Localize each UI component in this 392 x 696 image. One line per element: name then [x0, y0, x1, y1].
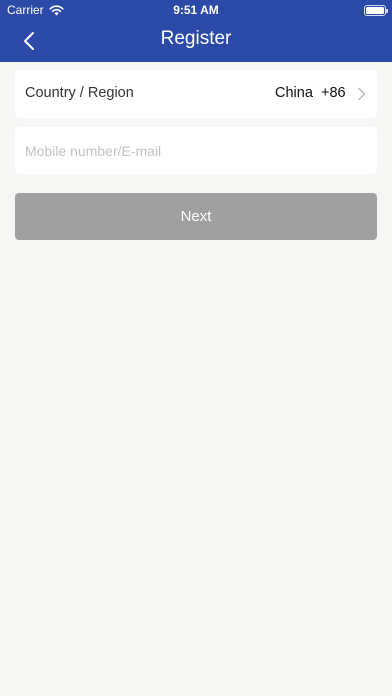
battery-icon	[364, 5, 388, 16]
mobile-email-input[interactable]	[15, 127, 377, 174]
app-header: Carrier 9:51 AM Register	[0, 0, 392, 62]
country-region-label: Country / Region	[25, 85, 134, 101]
country-value: China	[275, 85, 313, 101]
status-time: 9:51 AM	[173, 3, 219, 17]
country-region-selector[interactable]: Country / Region China +86	[15, 70, 377, 118]
account-field-container	[15, 127, 377, 174]
status-bar: Carrier 9:51 AM	[0, 0, 392, 20]
chevron-right-icon	[358, 87, 366, 101]
country-code: +86	[321, 85, 346, 101]
page-title: Register	[160, 28, 232, 49]
nav-bar: Register	[0, 20, 392, 62]
next-button[interactable]: Next	[15, 193, 377, 240]
